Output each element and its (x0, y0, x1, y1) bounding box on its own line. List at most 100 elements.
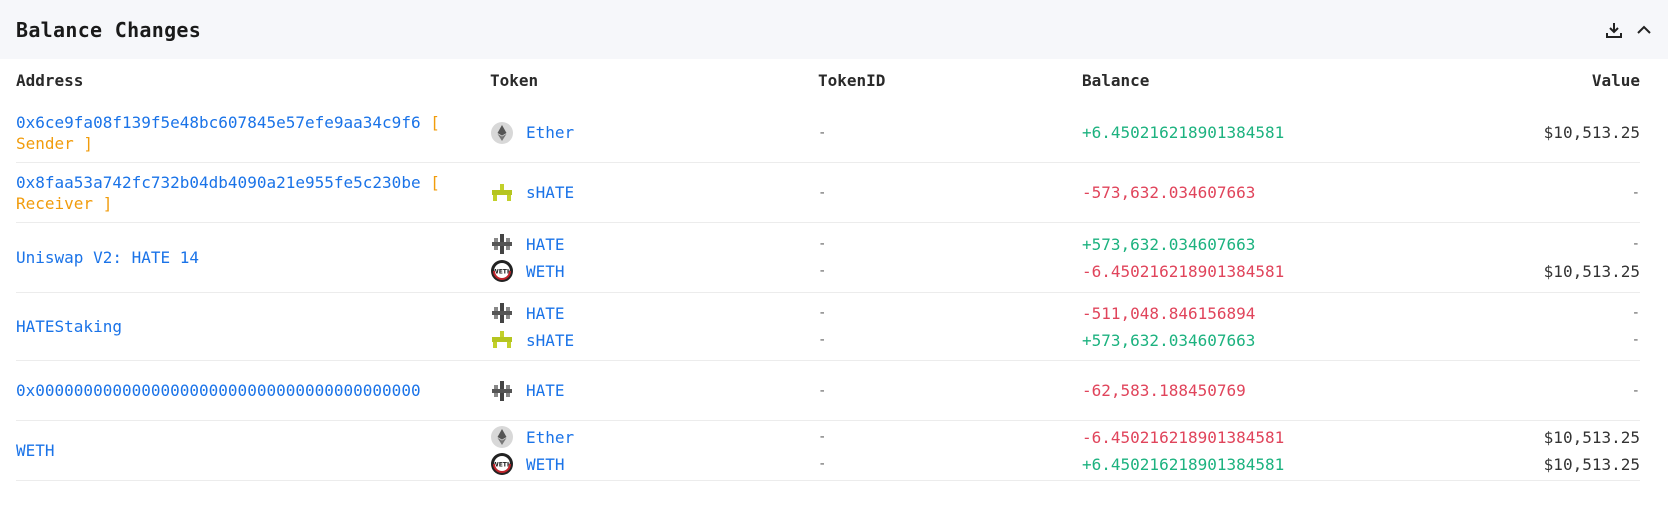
tokenid-value: - (818, 184, 827, 201)
token-link[interactable]: WETH WETH (490, 452, 565, 476)
address-link[interactable]: Uniswap V2: HATE 14 (16, 248, 199, 267)
usd-value: $10,513.25 (1543, 261, 1640, 281)
table-row: 0x00000000000000000000000000000000000000… (16, 361, 1640, 421)
address-link[interactable]: WETH (16, 441, 55, 460)
usd-value: - (1631, 382, 1640, 399)
balance-cell: -62,583.188450769 (1082, 377, 1432, 404)
tokenid-value: - (818, 429, 827, 445)
tokenid-value: - (818, 236, 827, 252)
token-link[interactable]: HATE (490, 301, 565, 325)
address-cell: Uniswap V2: HATE 14 (16, 247, 490, 268)
weth-icon: WETH (490, 259, 514, 283)
header-actions (1605, 21, 1653, 39)
token-link[interactable]: HATE (490, 379, 565, 403)
value-cell: - $10,513.25 (1432, 231, 1640, 285)
balance-table: Address Token TokenID Balance Value 0x6c… (16, 59, 1640, 481)
balance-change: -6.450216218901384581 (1082, 261, 1285, 281)
balance-change: +573,632.034607663 (1082, 330, 1256, 350)
section-header: Balance Changes (0, 0, 1668, 59)
token-name[interactable]: WETH (526, 455, 565, 474)
ether-icon (490, 121, 514, 145)
balance-cell: +6.450216218901384581 (1082, 119, 1432, 146)
value-cell: - (1432, 377, 1640, 404)
address-link[interactable]: HATEStaking (16, 317, 122, 336)
token-name[interactable]: HATE (526, 381, 565, 400)
token-name[interactable]: sHATE (526, 183, 574, 202)
collapse-chevron-icon[interactable] (1635, 21, 1653, 39)
value-cell: $10,513.25 $10,513.25 (1432, 424, 1640, 478)
tokenid-value: - (818, 332, 827, 348)
tokenid-cell: -- (818, 424, 1082, 478)
hate-icon (490, 232, 514, 256)
weth-icon: WETH (490, 452, 514, 476)
usd-value: $10,513.25 (1543, 123, 1640, 142)
download-icon[interactable] (1605, 21, 1623, 39)
table-header: Address Token TokenID Balance Value (16, 59, 1640, 103)
header-address: Address (16, 71, 84, 90)
hate-icon (490, 301, 514, 325)
shate-icon (490, 328, 514, 352)
table-row: Uniswap V2: HATE 14 HATE WETH WETH - - +573,63… (16, 223, 1640, 293)
balance-change: -511,048.846156894 (1082, 303, 1256, 323)
balance-change: +6.450216218901384581 (1082, 123, 1285, 142)
tokenid-cell: - (818, 179, 1082, 206)
shate-icon (490, 181, 514, 205)
header-tokenid: TokenID (818, 71, 886, 90)
address-cell: 0x8faa53a742fc732b04db4090a21e955fe5c230… (16, 172, 490, 214)
token-name[interactable]: HATE (526, 235, 565, 254)
token-name[interactable]: sHATE (526, 331, 574, 350)
balance-change: +573,632.034607663 (1082, 234, 1256, 254)
section-title: Balance Changes (16, 17, 202, 42)
token-cell: HATE sHATE (490, 300, 818, 354)
tokenid-cell: - (818, 377, 1082, 404)
usd-value: - (1631, 236, 1640, 252)
balance-cell: +573,632.034607663 -6.450216218901384581 (1082, 231, 1432, 285)
address-link[interactable]: 0x00000000000000000000000000000000000000… (16, 381, 421, 400)
address-link[interactable]: 0x6ce9fa08f139f5e48bc607845e57efe9aa34c9… (16, 113, 421, 132)
value-cell: $10,513.25 (1432, 119, 1640, 146)
token-link[interactable]: Ether (490, 425, 574, 449)
token-link[interactable]: sHATE (490, 328, 574, 352)
tokenid-cell: -- (818, 300, 1082, 354)
tokenid-value: - (818, 263, 827, 279)
header-balance: Balance (1082, 71, 1150, 90)
table-row: 0x6ce9fa08f139f5e48bc607845e57efe9aa34c9… (16, 103, 1640, 163)
usd-value: - (1631, 332, 1640, 348)
token-name[interactable]: HATE (526, 304, 565, 323)
ether-icon (490, 425, 514, 449)
address-cell: 0x00000000000000000000000000000000000000… (16, 380, 490, 401)
token-name[interactable]: Ether (526, 428, 574, 447)
balance-change: +6.450216218901384581 (1082, 454, 1285, 474)
address-cell: WETH (16, 440, 490, 461)
address-cell: HATEStaking (16, 316, 490, 337)
value-cell: - (1432, 179, 1640, 206)
table-row: HATEStaking HATE sHATE - - -511,048.846156894… (16, 293, 1640, 361)
header-token: Token (490, 71, 539, 90)
token-link[interactable]: HATE (490, 232, 565, 256)
token-name[interactable]: Ether (526, 123, 574, 142)
tokenid-value: - (818, 456, 827, 472)
tokenid-value: - (818, 124, 827, 141)
value-cell: -- (1432, 300, 1640, 354)
token-cell: HATE (490, 377, 818, 404)
token-name[interactable]: WETH (526, 262, 565, 281)
token-link[interactable]: WETH WETH (490, 259, 565, 283)
table-body: 0x6ce9fa08f139f5e48bc607845e57efe9aa34c9… (16, 103, 1640, 481)
token-link[interactable]: sHATE (490, 181, 574, 205)
hate-icon (490, 379, 514, 403)
balance-change: -573,632.034607663 (1082, 183, 1256, 202)
tokenid-cell: - (818, 119, 1082, 146)
balance-cell: -573,632.034607663 (1082, 179, 1432, 206)
token-link[interactable]: Ether (490, 121, 574, 145)
usd-value: - (1631, 184, 1640, 201)
usd-value: $10,513.25 (1543, 454, 1640, 474)
token-cell: Ether (490, 119, 818, 146)
tokenid-value: - (818, 382, 827, 399)
table-row: WETH Ether WETH WETH - - -6.450216218901384581… (16, 421, 1640, 481)
balance-cell: -511,048.846156894 +573,632.034607663 (1082, 300, 1432, 354)
balance-cell: -6.450216218901384581 +6.4502162189013845… (1082, 424, 1432, 478)
address-link[interactable]: 0x8faa53a742fc732b04db4090a21e955fe5c230… (16, 173, 421, 192)
header-value: Value (1591, 71, 1640, 90)
token-cell: sHATE (490, 179, 818, 206)
usd-value: - (1631, 305, 1640, 321)
